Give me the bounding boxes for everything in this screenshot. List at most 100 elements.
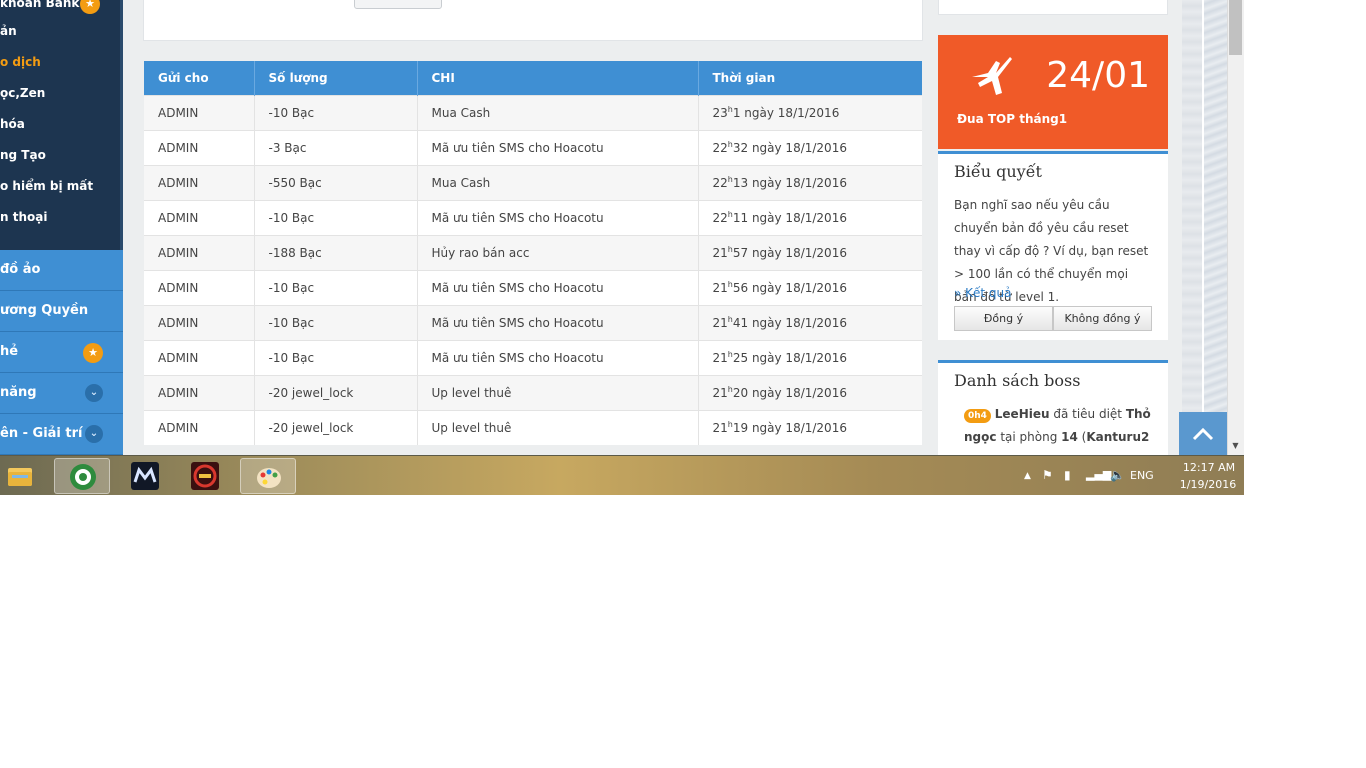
paint-palette-icon: [257, 468, 281, 488]
sidebar-block-label: năng: [0, 385, 37, 400]
cell-expense: Mua Cash: [417, 94, 699, 130]
taskbar-game-launcher[interactable]: [177, 458, 233, 494]
cell-recipient: ADMIN: [144, 304, 255, 340]
sidebar-item-zen[interactable]: ọc,Zen: [0, 78, 120, 109]
time-hour: 21: [712, 246, 728, 260]
cell-time: 22h11 ngày 18/1/2016: [698, 199, 922, 235]
top-race-banner[interactable]: 24/01 Đua TOP tháng1: [938, 35, 1168, 149]
table-body: ADMIN -10 Bạc Mua Cash 23h1 ngày 18/1/2016 A…: [144, 94, 922, 445]
sidebar-block-card[interactable]: hẻ ★: [0, 332, 123, 373]
sidebar-block-virtual-items[interactable]: đồ ảo: [0, 250, 123, 291]
show-hidden-icons-icon[interactable]: ▲: [1024, 471, 1031, 481]
boss-list-title: Danh sách boss: [954, 371, 1081, 390]
sidebar-block-power[interactable]: ương Quyền: [0, 291, 123, 332]
cell-time: 21h25 ngày 18/1/2016: [698, 339, 922, 375]
cell-expense: Hủy rao bán acc: [417, 234, 699, 270]
sidebar-item-transaction[interactable]: o dịch: [0, 47, 120, 78]
battery-icon[interactable]: ▮: [1064, 468, 1071, 482]
sidebar-item-label: khoản Bank: [0, 0, 80, 10]
scroll-down-arrow-icon[interactable]: ▼: [1229, 439, 1242, 453]
cell-expense: Mã ưu tiên SMS cho Hoacotu: [417, 339, 699, 375]
cell-expense: Mã ưu tiên SMS cho Hoacotu: [417, 129, 699, 165]
cell-recipient: ADMIN: [144, 374, 255, 410]
game-launcher-icon: [191, 462, 219, 490]
system-tray: ▲ ⚑ ▮ ▂▄▆ 🔈 ENG 12:17 AM 1/19/2016: [1004, 456, 1244, 495]
sidebar-block-label: hẻ: [0, 344, 19, 359]
cell-recipient: ADMIN: [144, 164, 255, 200]
vertical-scrollbar[interactable]: [1227, 0, 1244, 455]
sidebar-item-lock[interactable]: hóa: [0, 109, 120, 140]
taskbar-mu-game[interactable]: [117, 458, 173, 494]
scrollbar-thumb[interactable]: [1229, 0, 1242, 55]
sidebar-item-label: o hiểm bị mất: [0, 179, 94, 193]
background-pattern: [1182, 0, 1202, 455]
sidebar-item-2[interactable]: ản: [0, 16, 120, 47]
cell-expense: Mã ưu tiên SMS cho Hoacotu: [417, 304, 699, 340]
cell-recipient: ADMIN: [144, 234, 255, 270]
disagree-button[interactable]: Không đồng ý: [1053, 306, 1152, 331]
map-name: Kanturu2: [1086, 430, 1150, 444]
action-center-flag-icon[interactable]: ⚑: [1042, 468, 1053, 482]
cell-recipient: ADMIN: [144, 129, 255, 165]
cell-expense: Up level thuê: [417, 409, 699, 445]
taskbar-paint[interactable]: [240, 458, 296, 494]
browser-icon: [70, 464, 96, 490]
time-hour: 22: [712, 211, 728, 225]
cell-recipient: ADMIN: [144, 94, 255, 130]
cell-time: 22h13 ngày 18/1/2016: [698, 164, 922, 200]
input-language[interactable]: ENG: [1130, 469, 1154, 482]
clock-time[interactable]: 12:17 AM: [1180, 461, 1238, 474]
promo-date: 24/01: [1046, 55, 1150, 96]
cell-amount: -20 jewel_lock: [254, 409, 418, 445]
top-panel: [143, 0, 923, 41]
sidebar-item-label: o dịch: [0, 55, 41, 69]
taskbar-explorer[interactable]: [0, 458, 48, 494]
right-top-panel: [938, 0, 1168, 15]
sidebar-item-phone[interactable]: n thoại: [0, 202, 120, 233]
time-rest: 19 ngày 18/1/2016: [732, 421, 847, 436]
list-item: 0h4 LeeHieu đã tiêu diệt Thỏ ngọc tại ph…: [964, 403, 1154, 449]
table-row: ADMIN -10 Bạc Mã ưu tiên SMS cho Hoacotu 21…: [144, 304, 922, 340]
scroll-to-top-button[interactable]: [1179, 412, 1227, 457]
poll-results-link[interactable]: » Kết quả: [954, 286, 1012, 300]
taskbar-coccoc-browser[interactable]: [54, 458, 110, 494]
network-signal-icon[interactable]: ▂▄▆: [1086, 468, 1111, 481]
agree-button[interactable]: Đồng ý: [954, 306, 1053, 331]
table-row: ADMIN -10 Bạc Mua Cash 23h1 ngày 18/1/2016: [144, 94, 922, 130]
cell-time: 23h1 ngày 18/1/2016: [698, 94, 922, 130]
player-name[interactable]: LeeHieu: [995, 407, 1050, 421]
cell-amount: -10 Bạc: [254, 304, 418, 340]
boss-list-widget: Danh sách boss 0h4 LeeHieu đã tiêu diệt …: [938, 360, 1168, 455]
column-header-recipient: Gửi cho: [144, 61, 255, 95]
sidebar-block-entertainment[interactable]: ên - Giải trí ⌄: [0, 414, 123, 455]
cell-amount: -10 Bạc: [254, 94, 418, 130]
submit-button[interactable]: [354, 0, 442, 9]
web-page: khoản Bank ★ ản o dịch ọc,Zen hóa ng Tạo…: [0, 0, 1202, 455]
sidebar-item-create[interactable]: ng Tạo: [0, 140, 120, 171]
cell-expense: Mã ưu tiên SMS cho Hoacotu: [417, 269, 699, 305]
clock-date[interactable]: 1/19/2016: [1178, 478, 1238, 491]
cell-recipient: ADMIN: [144, 339, 255, 375]
cell-expense: Mã ưu tiên SMS cho Hoacotu: [417, 199, 699, 235]
table-row: ADMIN -188 Bạc Hủy rao bán acc 21h57 ngày 1…: [144, 234, 922, 270]
cell-time: 22h32 ngày 18/1/2016: [698, 129, 922, 165]
time-rest: 1 ngày 18/1/2016: [732, 106, 840, 120]
time-rest: 25 ngày 18/1/2016: [732, 351, 847, 365]
star-icon: ★: [83, 343, 103, 363]
cell-amount: -10 Bạc: [254, 199, 418, 235]
chevron-down-icon: ⌄: [85, 384, 103, 402]
sidebar-block-skills[interactable]: năng ⌄: [0, 373, 123, 414]
table-row: ADMIN -550 Bạc Mua Cash 22h13 ngày 18/1/201…: [144, 164, 922, 200]
table-row: ADMIN -10 Bạc Mã ưu tiên SMS cho Hoacotu 21…: [144, 339, 922, 375]
cell-amount: -3 Bạc: [254, 129, 418, 165]
volume-icon[interactable]: 🔈: [1110, 468, 1125, 482]
sidebar-item-label: ọc,Zen: [0, 86, 46, 100]
table-header-row: Gửi cho Số lượng CHI Thời gian: [144, 61, 922, 95]
place-text: tại phòng: [996, 430, 1062, 444]
cell-amount: -188 Bạc: [254, 234, 418, 270]
cell-amount: -10 Bạc: [254, 269, 418, 305]
time-badge: 0h4: [964, 409, 991, 423]
sidebar-item-insurance[interactable]: o hiểm bị mất: [0, 171, 120, 202]
table-row: ADMIN -10 Bạc Mã ưu tiên SMS cho Hoacotu 21…: [144, 269, 922, 305]
table-row: ADMIN -20 jewel_lock Up level thuê 21h19 ng…: [144, 409, 922, 445]
